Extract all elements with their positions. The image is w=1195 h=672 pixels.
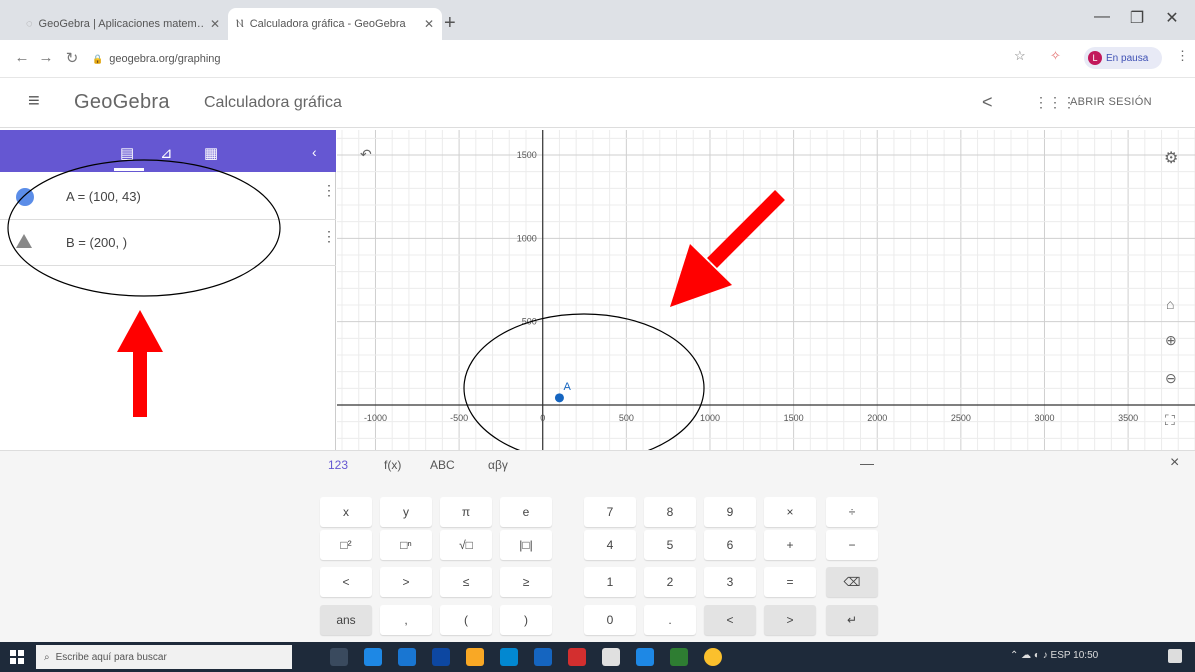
annotation-ellipse-graph xyxy=(463,313,705,463)
keyboard-key[interactable]: × xyxy=(764,497,816,527)
notification-center-icon[interactable] xyxy=(1168,649,1182,663)
app-icon[interactable] xyxy=(500,648,518,666)
keyboard-key[interactable]: = xyxy=(764,567,816,597)
file-explorer-icon[interactable] xyxy=(466,648,484,666)
keyboard-key[interactable]: ⌫ xyxy=(826,567,878,597)
keyboard-key[interactable]: 6 xyxy=(704,530,756,560)
clock[interactable]: 10:50 xyxy=(1073,650,1098,661)
mail-icon[interactable] xyxy=(534,648,552,666)
chrome-icon[interactable] xyxy=(704,648,722,666)
keyboard-key[interactable]: ( xyxy=(440,605,492,635)
keyboard-key[interactable]: 7 xyxy=(584,497,636,527)
keyboard-key[interactable]: 9 xyxy=(704,497,756,527)
language-indicator[interactable]: ESP xyxy=(1051,650,1071,661)
keyboard-header xyxy=(0,450,1195,484)
keyboard-key[interactable]: > xyxy=(380,567,432,597)
keyboard-key[interactable]: ≤ xyxy=(440,567,492,597)
store-icon[interactable] xyxy=(432,648,450,666)
keyboard-key[interactable]: 4 xyxy=(584,530,636,560)
keyboard-key[interactable]: < xyxy=(704,605,756,635)
keyboard-key[interactable]: . xyxy=(644,605,696,635)
word-icon[interactable] xyxy=(636,648,654,666)
red-arrow-up xyxy=(117,310,163,417)
keyboard-tab-greek[interactable]: αβγ xyxy=(488,458,508,472)
keyboard-key[interactable]: y xyxy=(380,497,432,527)
keyboard-key[interactable]: < xyxy=(320,567,372,597)
keyboard-key[interactable]: □ⁿ xyxy=(380,530,432,560)
keyboard-key[interactable]: 5 xyxy=(644,530,696,560)
keyboard-key[interactable]: + xyxy=(764,530,816,560)
keyboard-key[interactable]: 0 xyxy=(584,605,636,635)
task-view-icon[interactable] xyxy=(330,648,348,666)
keyboard-close-button[interactable]: × xyxy=(1170,454,1179,472)
keyboard-tab-functions[interactable]: f(x) xyxy=(384,458,401,472)
screen: ◌ GeoGebra | Aplicaciones matem… ✕ Ⲛ Cal… xyxy=(0,0,1195,672)
keyboard-key[interactable]: e xyxy=(500,497,552,527)
keyboard-key[interactable]: ) xyxy=(500,605,552,635)
search-icon: ⌕ xyxy=(44,651,50,663)
app-icon[interactable] xyxy=(602,648,620,666)
keyboard-key[interactable]: 2 xyxy=(644,567,696,597)
windows-start-icon[interactable] xyxy=(10,650,24,664)
annotation-ellipse-algebra xyxy=(7,159,281,297)
keyboard-minimize-button[interactable]: — xyxy=(860,455,874,471)
keyboard-key[interactable]: ≥ xyxy=(500,567,552,597)
system-tray: ⌃ ☁ ◐ ♪ ESP 10:50 xyxy=(1010,650,1098,661)
keyboard-key[interactable]: 8 xyxy=(644,497,696,527)
keyboard-key[interactable]: ÷ xyxy=(826,497,878,527)
keyboard-key[interactable]: x xyxy=(320,497,372,527)
taskbar-search-field[interactable]: ⌕ Escribe aquí para buscar xyxy=(36,645,292,669)
keyboard-key[interactable]: − xyxy=(826,530,878,560)
keyboard-key[interactable]: π xyxy=(440,497,492,527)
keyboard-key[interactable]: , xyxy=(380,605,432,635)
keyboard-key[interactable]: □² xyxy=(320,530,372,560)
keyboard-key[interactable]: 1 xyxy=(584,567,636,597)
app-icon[interactable] xyxy=(364,648,382,666)
keyboard-tab-letters[interactable]: ABC xyxy=(430,458,455,472)
keyboard-key[interactable]: ans xyxy=(320,605,372,635)
keyboard-key[interactable]: |□| xyxy=(500,530,552,560)
app-icon[interactable] xyxy=(398,648,416,666)
keyboard-key[interactable]: √□ xyxy=(440,530,492,560)
red-arrow-down-left xyxy=(670,190,785,307)
keyboard-key[interactable]: ↵ xyxy=(826,605,878,635)
keyboard-tab-numbers[interactable]: 123 xyxy=(328,458,348,472)
keyboard-key[interactable]: > xyxy=(764,605,816,635)
network-icon[interactable]: ⌃ ☁ ◐ ♪ xyxy=(1010,650,1048,661)
keyboard-key[interactable]: 3 xyxy=(704,567,756,597)
search-placeholder: Escribe aquí para buscar xyxy=(55,651,167,663)
excel-icon[interactable] xyxy=(670,648,688,666)
app-icon[interactable] xyxy=(568,648,586,666)
